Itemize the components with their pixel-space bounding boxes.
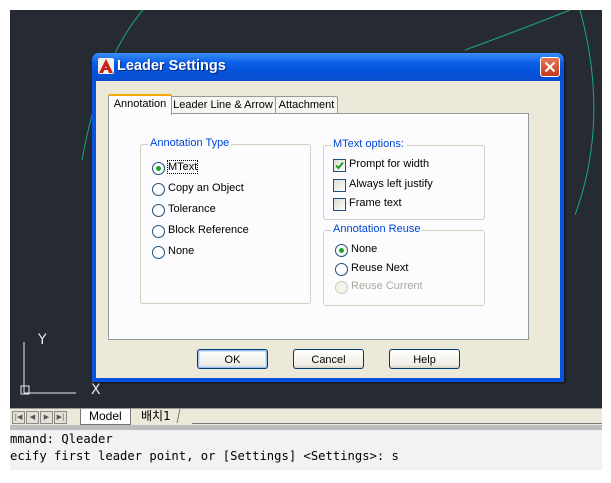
radio-indicator — [335, 244, 348, 257]
tab-model[interactable]: Model — [80, 409, 131, 425]
mtext-options-group: MText options: Prompt for width Always l… — [323, 138, 485, 220]
dialog-client: Annotation Leader Line & Arrow Attachmen… — [96, 81, 560, 378]
autocad-window: Y X |◀ ◀ ▶ ▶| Model 배치1 mmand: Qleader e… — [0, 0, 611, 483]
cancel-button[interactable]: Cancel — [293, 349, 364, 369]
tab-layout1-label: 배치1 — [141, 409, 171, 423]
radio-label: Reuse Current — [351, 280, 423, 292]
radio-label: None — [168, 245, 195, 257]
radio-indicator — [152, 204, 165, 217]
tab-annotation[interactable]: Annotation — [108, 94, 172, 115]
checkbox-indicator — [333, 179, 346, 192]
annotation-tab-panel: Annotation Type MText Copy an Object Tol… — [108, 113, 529, 340]
annotation-type-group: Annotation Type MText Copy an Object Tol… — [140, 137, 311, 304]
checkbox-label: Always left justify — [349, 178, 433, 190]
radio-label: Copy an Object — [168, 182, 244, 194]
close-icon — [544, 61, 556, 73]
checkbox-label: Frame text — [349, 197, 402, 209]
checkmark-icon — [335, 161, 344, 170]
annotation-reuse-title: Annotation Reuse — [331, 223, 423, 235]
checkbox-indicator — [333, 159, 346, 172]
first-tab-icon[interactable]: |◀ — [12, 411, 25, 424]
radio-indicator — [152, 246, 165, 259]
tab-layout1[interactable]: 배치1 — [132, 409, 181, 423]
last-tab-icon[interactable]: ▶| — [54, 411, 67, 424]
layout-tab-bar: |◀ ◀ ▶ ▶| Model 배치1 — [10, 408, 602, 425]
command-line[interactable]: mmand: Qleader ecify first leader point,… — [10, 430, 602, 470]
next-tab-icon[interactable]: ▶ — [40, 411, 53, 424]
tab-leader-line-arrow[interactable]: Leader Line & Arrow — [170, 96, 276, 114]
dialog-title: Leader Settings — [117, 58, 226, 74]
radio-indicator — [152, 162, 165, 175]
annotation-reuse-group: Annotation Reuse None Reuse Next Reuse C… — [323, 223, 485, 306]
checkbox-indicator — [333, 198, 346, 211]
dialog-titlebar[interactable]: Leader Settings — [92, 53, 564, 81]
radio-label: None — [351, 243, 378, 255]
previous-tab-icon[interactable]: ◀ — [26, 411, 39, 424]
radio-label: Reuse Next — [351, 262, 409, 274]
tab-attachment[interactable]: Attachment — [275, 96, 338, 114]
leader-settings-dialog: Leader Settings Annotation Leader Line &… — [92, 53, 564, 382]
tab-divider — [192, 423, 602, 424]
autocad-app-icon — [98, 58, 114, 74]
annotation-type-title: Annotation Type — [148, 137, 232, 149]
radio-indicator — [335, 281, 348, 294]
checkbox-label: Prompt for width — [349, 158, 430, 170]
close-button[interactable] — [540, 57, 560, 77]
radio-indicator — [152, 225, 165, 238]
radio-label: MText — [166, 160, 199, 174]
radio-label: Block Reference — [168, 224, 249, 236]
radio-indicator — [152, 183, 165, 196]
radio-label: Tolerance — [168, 203, 216, 215]
ucs-x-label: X — [91, 382, 101, 398]
help-button[interactable]: Help — [389, 349, 460, 369]
ok-button[interactable]: OK — [197, 349, 268, 369]
command-history-line: mmand: Qleader — [10, 432, 113, 446]
radio-indicator — [335, 263, 348, 276]
command-prompt-line: ecify first leader point, or [Settings] … — [10, 449, 399, 463]
ucs-y-label: Y — [38, 332, 47, 348]
mtext-options-title: MText options: — [331, 138, 406, 150]
